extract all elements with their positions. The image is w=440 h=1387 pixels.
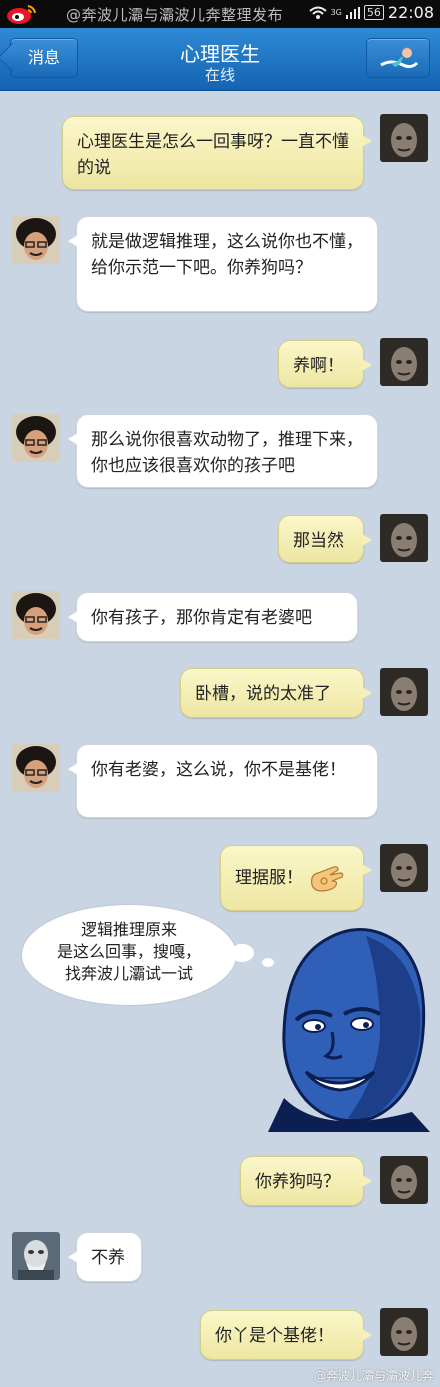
watermark-top: @奔波儿灞与灞波儿奔整理发布 xyxy=(66,6,284,24)
message-bubble-sent: 养啊！ xyxy=(278,340,372,388)
network-type: 3G xyxy=(330,8,342,17)
avatar-image xyxy=(12,414,60,462)
message-bubble-received: 你有孩子，那你肯定有老婆吧 xyxy=(68,592,358,642)
avatar-image xyxy=(380,114,428,162)
message-text: 就是做逻辑推理，这么说你也不懂，给你示范一下吧。你养狗吗？ xyxy=(91,232,363,278)
message-bubble-received: 那么说你很喜欢动物了，推理下来，你也应该很喜欢你的孩子吧 xyxy=(68,414,378,488)
avatar-image xyxy=(380,1308,428,1356)
doctor-avatar[interactable] xyxy=(12,744,60,792)
message-text: 你有孩子，那你肯定有老婆吧 xyxy=(91,608,312,628)
contact-avatar[interactable] xyxy=(12,1232,60,1280)
signal-icon xyxy=(345,6,360,19)
avatar-image xyxy=(12,216,60,264)
my-avatar[interactable] xyxy=(380,668,428,716)
clock: 22:08 xyxy=(387,3,434,22)
message-text: 那当然 xyxy=(293,531,344,551)
my-avatar[interactable] xyxy=(380,338,428,386)
message-text: 理据服！ xyxy=(235,868,303,888)
message-bubble-received: 就是做逻辑推理，这么说你也不懂，给你示范一下吧。你养狗吗？ xyxy=(68,216,378,312)
message-text: 不养 xyxy=(91,1248,125,1268)
message-bubble-received: 不养 xyxy=(68,1232,142,1282)
watermark-bottom: @奔波儿灞与灞波儿奔 xyxy=(313,1369,434,1383)
my-avatar[interactable] xyxy=(380,114,428,162)
message-bubble-sent: 心理医生是怎么一回事呀？一直不懂的说 xyxy=(62,116,372,190)
wifi-icon xyxy=(308,6,327,19)
avatar-image xyxy=(380,338,428,386)
message-bubble-sent: 你丫是个基佬！ xyxy=(200,1310,372,1360)
doctor-avatar[interactable] xyxy=(12,414,60,462)
weibo-logo-icon xyxy=(7,5,36,24)
my-avatar[interactable] xyxy=(380,1308,428,1356)
ok-hand-emoji-icon xyxy=(311,866,344,892)
avatar-image xyxy=(380,668,428,716)
avatar-image xyxy=(380,514,428,562)
mermaid-icon xyxy=(380,47,419,69)
my-avatar[interactable] xyxy=(380,844,428,892)
profile-button[interactable] xyxy=(366,38,430,78)
avatar-image xyxy=(12,744,60,792)
title-bar: 消息 心理医生 在线 xyxy=(0,28,440,91)
status-bar: @奔波儿灞与灞波儿奔整理发布 3G 56 22:08 xyxy=(0,0,440,28)
message-text: 你养狗吗？ xyxy=(255,1172,340,1192)
doctor-avatar[interactable] xyxy=(12,216,60,264)
message-bubble-sent: 你养狗吗？ xyxy=(240,1156,372,1206)
message-bubble-sent: 卧槽，说的太准了 xyxy=(180,668,372,718)
my-avatar[interactable] xyxy=(380,1156,428,1204)
message-text: 你丫是个基佬！ xyxy=(215,1326,334,1346)
message-bubble-sent: 理据服！ xyxy=(220,845,372,911)
blue-head-character-illustration xyxy=(268,928,430,1132)
thought-text: 逻辑推理原来 是这么回事，搜嘎， 找奔波儿灞试一试 xyxy=(56,920,201,983)
battery-level: 56 xyxy=(363,5,384,20)
doctor-avatar[interactable] xyxy=(12,591,60,639)
message-text: 心理医生是怎么一回事呀？一直不懂的说 xyxy=(77,132,349,178)
message-text: 你有老婆，这么说，你不是基佬！ xyxy=(91,760,346,780)
message-text: 那么说你很喜欢动物了，推理下来，你也应该很喜欢你的孩子吧 xyxy=(91,430,363,476)
avatar-image xyxy=(380,844,428,892)
thought-dot xyxy=(230,944,254,962)
avatar-image xyxy=(12,591,60,639)
message-text: 卧槽，说的太准了 xyxy=(195,684,331,704)
message-bubble-received: 你有老婆，这么说，你不是基佬！ xyxy=(68,744,378,818)
my-avatar[interactable] xyxy=(380,514,428,562)
message-text: 养啊！ xyxy=(293,356,344,376)
avatar-image xyxy=(380,1156,428,1204)
avatar-image xyxy=(12,1232,60,1280)
thought-bubble: 逻辑推理原来 是这么回事，搜嘎， 找奔波儿灞试一试 xyxy=(22,905,236,1005)
message-bubble-sent: 那当然 xyxy=(278,515,372,563)
